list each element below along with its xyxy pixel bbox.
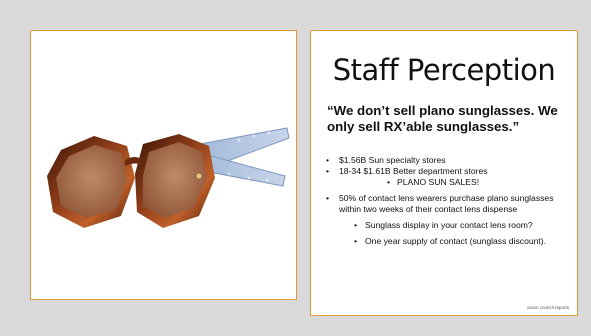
bullet-item: $1.56B Sun specialty stores bbox=[323, 155, 571, 166]
sub-bullet-item: One year supply of contact (sunglass dis… bbox=[349, 236, 571, 247]
sub-bullet-item: PLANO SUN SALES! bbox=[387, 177, 571, 188]
text-panel: Staff Perception “We don’t sell plano su… bbox=[310, 30, 578, 316]
image-panel bbox=[30, 30, 297, 300]
slide-quote: “We don’t sell plano sunglasses. We only… bbox=[327, 103, 558, 134]
bullet-item: 18-34 $1.61B Better department stores bbox=[323, 166, 571, 177]
source-footnote: vision council reports bbox=[526, 305, 569, 310]
sub-bullet-item: Sunglass display in your contact lens ro… bbox=[349, 220, 571, 231]
bullet-list: $1.56B Sun specialty stores 18-34 $1.61B… bbox=[323, 155, 571, 247]
slide-title: Staff Perception bbox=[332, 53, 556, 87]
bullet-item: 50% of contact lens wearers purchase pla… bbox=[323, 193, 571, 215]
sunglasses-image bbox=[47, 127, 290, 228]
